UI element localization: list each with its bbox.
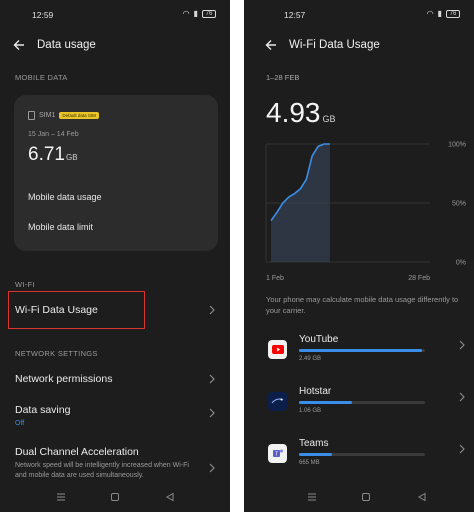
chevron-right-icon <box>459 340 465 350</box>
app-usage-size: 665 MB <box>299 460 320 466</box>
home-nav-icon[interactable] <box>360 492 372 502</box>
y-tick-label: 50% <box>452 201 466 208</box>
status-bar: 12:57 ◠ ▮ 76 <box>244 0 474 22</box>
data-saving-value: Off <box>15 420 25 427</box>
wifi-data-usage-screen: 12:57 ◠ ▮ 76 Wi-Fi Data Usage 1–28 FEB 4… <box>244 0 474 512</box>
menu-nav-icon[interactable] <box>55 492 67 502</box>
app-name: YouTube <box>299 334 339 345</box>
network-permissions-label: Network permissions <box>15 373 113 385</box>
data-saving-label: Data saving <box>15 404 71 416</box>
app-usage-size: 2.49 GB <box>299 356 322 362</box>
highlight-box <box>8 291 145 329</box>
chevron-right-icon <box>459 392 465 402</box>
back-arrow-icon[interactable] <box>12 38 26 52</box>
section-label-mobile-data: MOBILE DATA <box>15 73 68 82</box>
sim-badge: Default data SIM <box>59 112 99 119</box>
page-title: Wi-Fi Data Usage <box>289 39 380 51</box>
app-name: Teams <box>299 438 329 449</box>
mobile-data-limit-link[interactable]: Mobile data limit <box>28 222 93 232</box>
status-icons: ◠ ▮ 76 <box>183 9 216 18</box>
mobile-usage-unit: GB <box>65 153 78 162</box>
usage-chart: 100% 50% 0% 1 Feb 28 Feb <box>265 142 466 282</box>
status-time: 12:59 <box>32 10 54 20</box>
chevron-right-icon <box>209 463 215 473</box>
mobile-usage-value: 6.71 <box>28 144 65 165</box>
app-row-teams[interactable]: T Teams 665 MB <box>244 438 474 478</box>
carrier-note: Your phone may calculate mobile data usa… <box>266 295 459 315</box>
youtube-icon <box>268 340 287 359</box>
signal-icon: ▮ <box>437 9 442 18</box>
sim-name: SIM1 <box>39 112 56 119</box>
app-usage-size: 1.06 GB <box>299 408 322 414</box>
wifi-icon: ◠ <box>426 9 434 18</box>
section-label-network: NETWORK SETTINGS <box>15 349 98 358</box>
billing-date-range: 15 Jan – 14 Feb <box>28 131 79 138</box>
y-tick-label: 0% <box>456 260 466 267</box>
mobile-data-usage-link[interactable]: Mobile data usage <box>28 192 102 202</box>
sim-card-icon <box>28 111 35 120</box>
usage-bar-track <box>299 349 425 352</box>
back-nav-icon[interactable] <box>164 492 176 502</box>
nav-bar <box>0 486 230 508</box>
hotstar-icon <box>268 392 287 411</box>
battery-icon: 76 <box>446 9 460 18</box>
y-tick-label: 100% <box>448 142 466 149</box>
usage-bar-fill <box>299 401 352 404</box>
status-time: 12:57 <box>284 10 306 20</box>
chevron-right-icon <box>209 408 215 418</box>
status-bar: 12:59 ◠ ▮ 76 <box>0 0 230 22</box>
wifi-usage-unit: GB <box>322 114 336 124</box>
mobile-data-card: SIM1 Default data SIM 15 Jan – 14 Feb 6.… <box>14 95 218 251</box>
header: Data usage <box>0 34 230 56</box>
section-label-wifi: WI-FI <box>15 280 35 289</box>
chevron-right-icon <box>459 444 465 454</box>
back-arrow-icon[interactable] <box>264 38 278 52</box>
nav-bar <box>244 486 474 508</box>
wifi-usage-total: 4.93 GB <box>266 97 336 129</box>
usage-bar-fill <box>299 349 423 352</box>
usage-bar-track <box>299 401 425 404</box>
status-icons: ◠ ▮ 76 <box>427 9 460 18</box>
teams-icon: T <box>268 444 287 463</box>
app-row-youtube[interactable]: YouTube 2.49 GB <box>244 334 474 374</box>
app-row-hotstar[interactable]: Hotstar 1.06 GB <box>244 386 474 426</box>
x-tick-label: 1 Feb <box>266 275 284 282</box>
chevron-right-icon <box>209 374 215 384</box>
page-title: Data usage <box>37 39 96 51</box>
home-nav-icon[interactable] <box>109 492 121 502</box>
dual-channel-label: Dual Channel Acceleration <box>15 446 139 458</box>
battery-icon: 76 <box>202 9 216 18</box>
date-range-label: 1–28 FEB <box>266 73 300 82</box>
app-name: Hotstar <box>299 386 332 397</box>
wifi-icon: ◠ <box>182 9 190 18</box>
back-nav-icon[interactable] <box>416 492 428 502</box>
usage-bar-track <box>299 453 425 456</box>
svg-text:T: T <box>274 452 277 458</box>
data-usage-screen: 12:59 ◠ ▮ 76 Data usage MOBILE DATA SIM1… <box>0 0 230 512</box>
header: Wi-Fi Data Usage <box>244 34 474 56</box>
wifi-usage-value: 4.93 <box>266 97 321 128</box>
mobile-usage-total: 6.71GB <box>28 144 78 166</box>
x-tick-label: 28 Feb <box>408 275 430 282</box>
dual-channel-description: Network speed will be intelligently incr… <box>15 462 189 479</box>
menu-nav-icon[interactable] <box>306 492 318 502</box>
sim-row: SIM1 Default data SIM <box>28 111 99 120</box>
signal-icon: ▮ <box>193 9 198 18</box>
chevron-right-icon <box>209 305 215 315</box>
usage-bar-fill <box>299 453 332 456</box>
